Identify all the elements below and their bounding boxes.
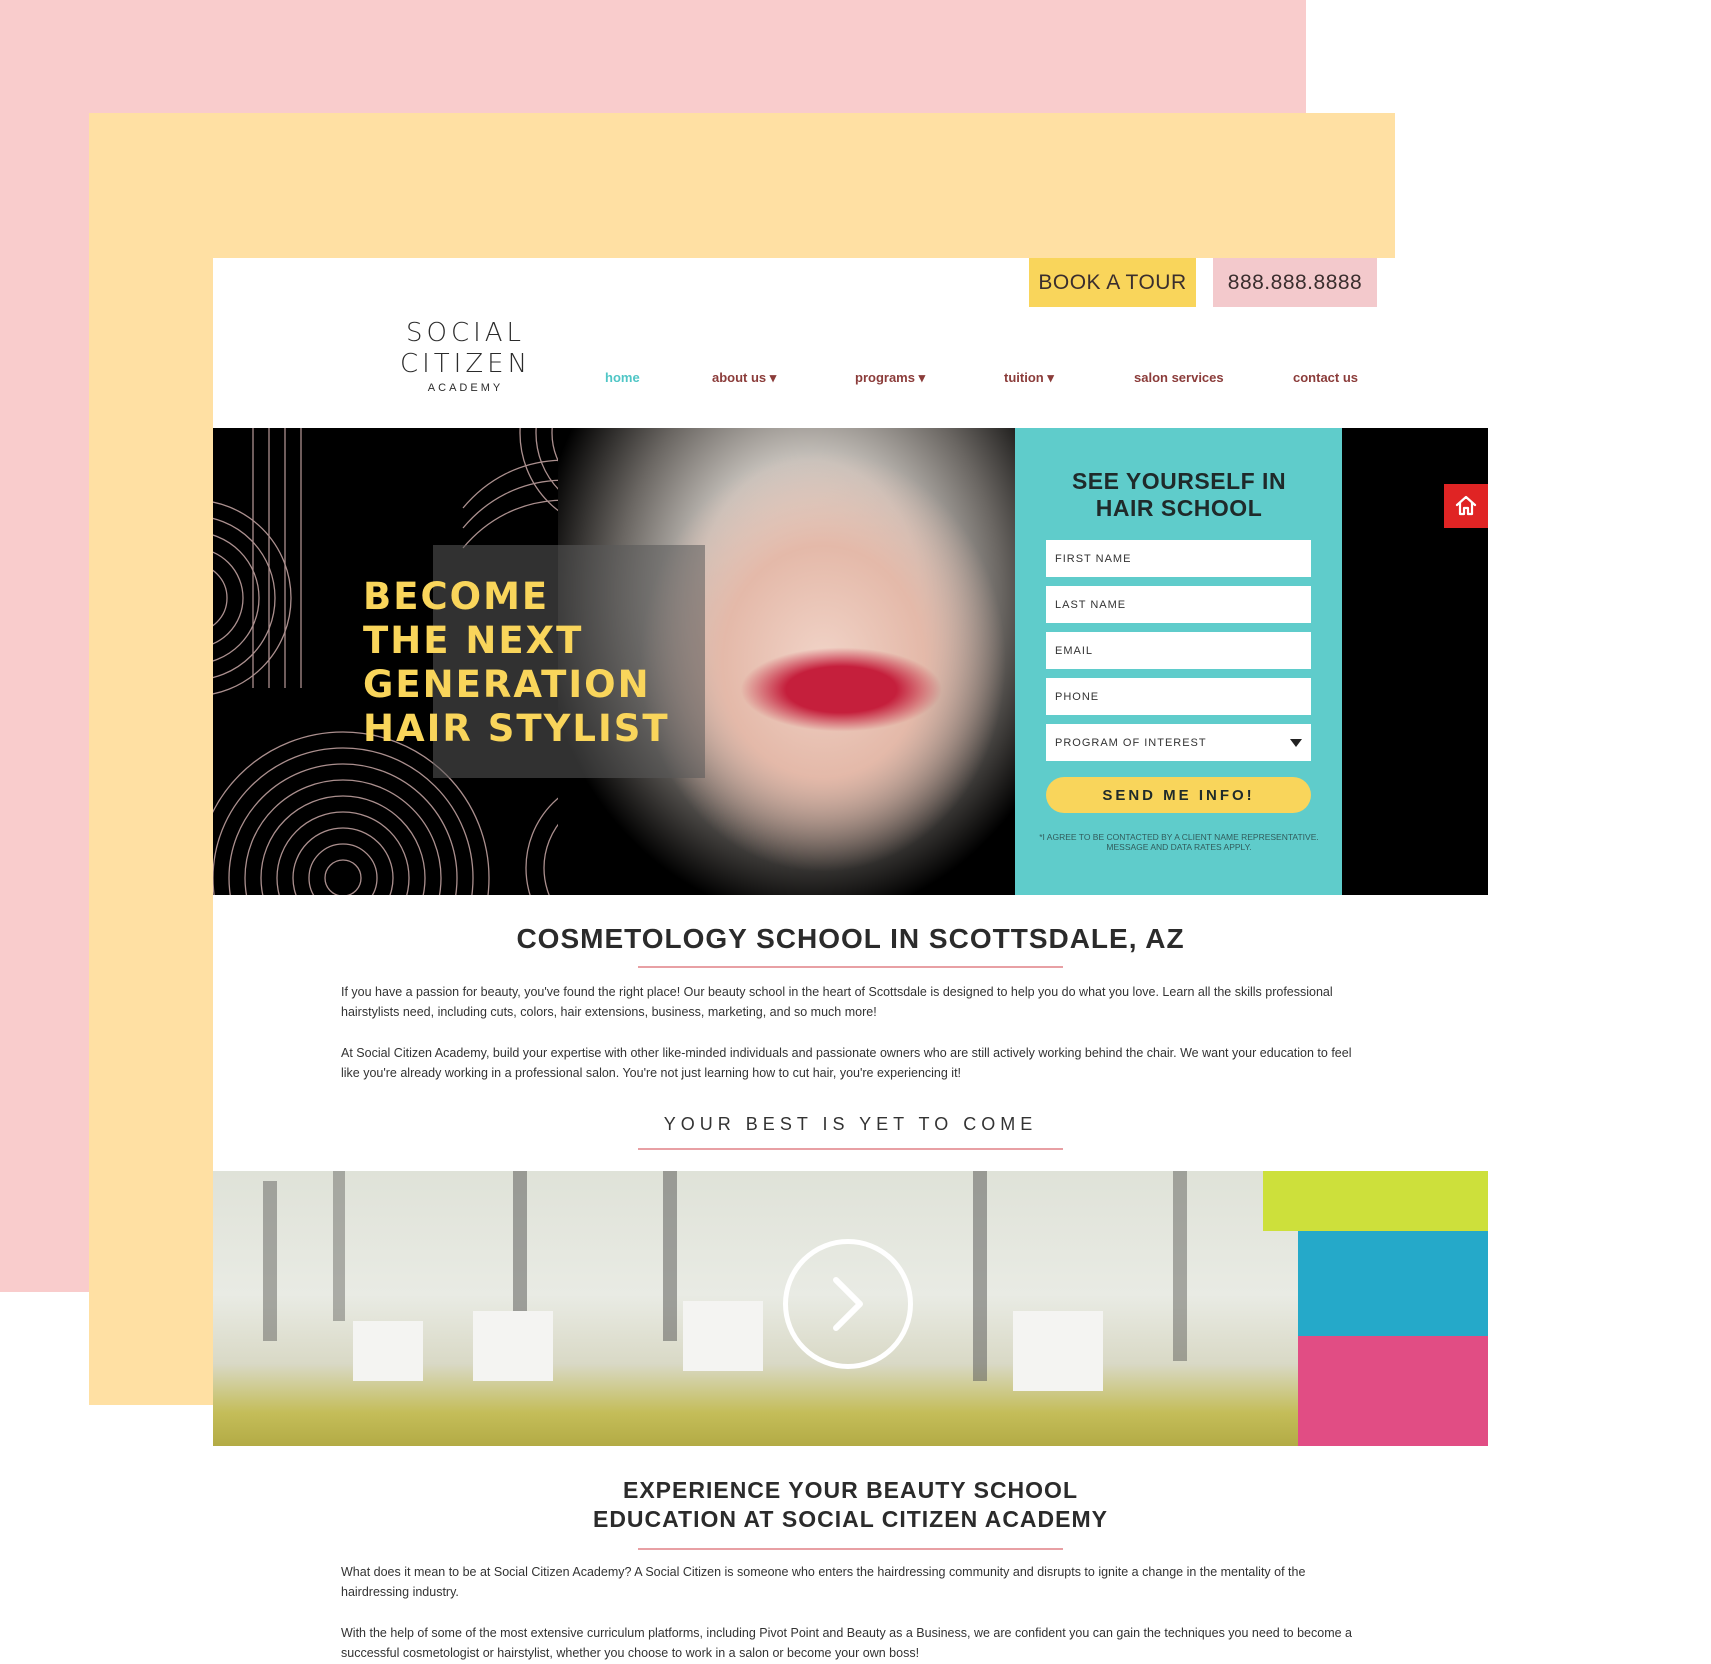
program-select-label: PROGRAM OF INTEREST: [1055, 736, 1207, 749]
hero-title-line: THE NEXT: [363, 619, 584, 662]
intro-paragraph-1: If you have a passion for beauty, you've…: [341, 985, 1333, 1019]
experience-paragraph-2: With the help of some of the most extens…: [341, 1626, 1352, 1660]
home-icon: [1455, 495, 1477, 516]
logo-line-social: SOCIAL: [405, 318, 526, 348]
nav-item-programs[interactable]: programs ▾: [855, 370, 925, 386]
lime-wall-panel: [1263, 1171, 1488, 1231]
blue-wall-panel: [1298, 1231, 1488, 1336]
salon-chair: [473, 1311, 553, 1381]
home-badge-button[interactable]: [1444, 484, 1488, 528]
salon-chair: [683, 1301, 763, 1371]
form-disclaimer: *I AGREE TO BE CONTACTED BY A CLIENT NAM…: [1031, 832, 1327, 852]
hero-title-line: HAIR STYLIST: [363, 707, 670, 750]
mirror-column: [333, 1171, 345, 1321]
pink-wall-panel: [1298, 1336, 1488, 1446]
send-me-info-button[interactable]: SEND ME INFO!: [1046, 777, 1311, 813]
nav-item-home[interactable]: home: [605, 370, 640, 385]
nav-item-salon-services[interactable]: salon services: [1134, 370, 1224, 385]
nav-item-tuition[interactable]: tuition ▾: [1004, 370, 1054, 386]
phone-field[interactable]: [1046, 678, 1311, 715]
hero-title-line: GENERATION: [363, 663, 651, 706]
heading-line: EXPERIENCE YOUR BEAUTY SCHOOL: [622, 1477, 1078, 1503]
hero-banner: BECOME THE NEXT GENERATION HAIR STYLIST …: [213, 428, 1488, 895]
salon-chair: [353, 1321, 423, 1381]
main-nav: home about us ▾ programs ▾ tuition ▾ sal…: [213, 370, 1488, 392]
disclaimer-line: MESSAGE AND DATA RATES APPLY.: [1106, 842, 1252, 852]
hero-title: BECOME THE NEXT GENERATION HAIR STYLIST: [363, 575, 670, 751]
program-of-interest-select[interactable]: PROGRAM OF INTEREST: [1046, 724, 1311, 761]
hero-title-line: BECOME: [363, 575, 550, 618]
heading-underline: [638, 1548, 1063, 1550]
salon-chair: [1013, 1311, 1103, 1391]
heading-line: EDUCATION AT SOCIAL CITIZEN ACADEMY: [592, 1506, 1108, 1532]
tagline: YOUR BEST IS YET TO COME: [663, 1114, 1038, 1134]
form-title: SEE YOURSELF IN HAIR SCHOOL: [1015, 468, 1343, 522]
first-name-field[interactable]: [1046, 540, 1311, 577]
nav-item-about-us[interactable]: about us ▾: [712, 370, 776, 386]
book-tour-button[interactable]: BOOK A TOUR: [1029, 258, 1196, 307]
disclaimer-line: *I AGREE TO BE CONTACTED BY A CLIENT NAM…: [1039, 832, 1319, 842]
mirror-column: [1173, 1171, 1187, 1361]
tagline-underline: [638, 1148, 1063, 1150]
video-play-button[interactable]: [783, 1239, 913, 1369]
email-field[interactable]: [1046, 632, 1311, 669]
salon-video-thumbnail[interactable]: [213, 1171, 1488, 1446]
lead-form: SEE YOURSELF IN HAIR SCHOOL PROGRAM OF I…: [1015, 428, 1343, 895]
website-page: BOOK A TOUR 888.888.8888 SOCIAL CITIZEN …: [213, 258, 1488, 1664]
mirror-column: [663, 1171, 677, 1341]
intro-paragraph-2: At Social Citizen Academy, build your ex…: [341, 1046, 1352, 1080]
mirror-column: [263, 1181, 277, 1341]
mirror-column: [973, 1171, 987, 1381]
last-name-field[interactable]: [1046, 586, 1311, 623]
experience-paragraph-1: What does it mean to be at Social Citize…: [341, 1565, 1306, 1599]
section-heading-experience: EXPERIENCE YOUR BEAUTY SCHOOL EDUCATION …: [213, 1476, 1488, 1534]
form-title-line: SEE YOURSELF IN: [1071, 468, 1287, 494]
caret-down-icon: [1290, 738, 1302, 747]
nav-item-contact-us[interactable]: contact us: [1293, 370, 1358, 385]
phone-number-button[interactable]: 888.888.8888: [1213, 258, 1377, 307]
section-heading-cosmetology: COSMETOLOGY SCHOOL IN SCOTTSDALE, AZ: [516, 923, 1185, 954]
heading-underline: [638, 966, 1063, 968]
play-icon: [833, 1277, 863, 1331]
form-title-line: HAIR SCHOOL: [1095, 495, 1263, 521]
